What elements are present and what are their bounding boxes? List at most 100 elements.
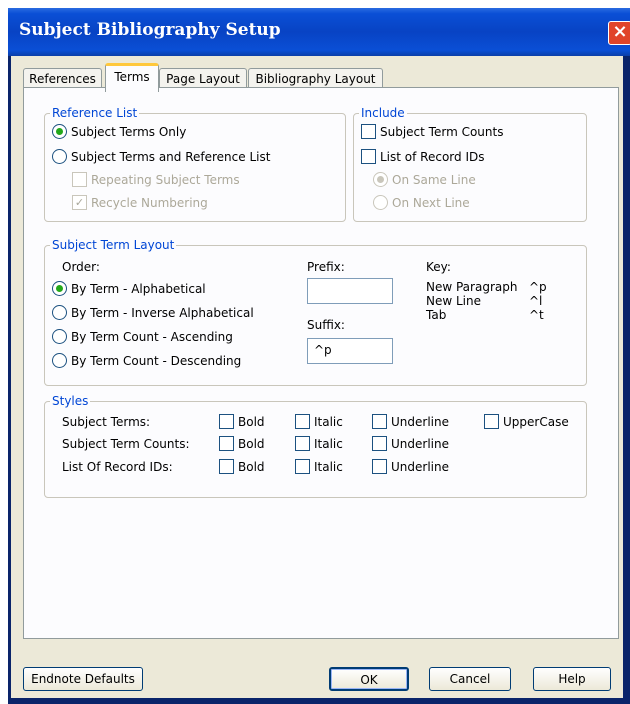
subject-term-layout-legend: Subject Term Layout — [52, 238, 175, 252]
key-new-paragraph-code: ^p — [529, 280, 547, 294]
prefix-input[interactable] — [307, 278, 393, 304]
italic-label: Italic — [314, 436, 343, 451]
checkbox-icon — [372, 459, 387, 474]
reference-list-legend: Reference List — [52, 106, 138, 120]
checkbox-icon — [295, 414, 310, 429]
checkbox-icon — [372, 414, 387, 429]
radio-selected-icon — [373, 172, 388, 187]
window-title: Subject Bibliography Setup — [19, 20, 281, 40]
subject-terms-bold-checkbox[interactable]: Bold — [219, 414, 265, 429]
term-counts-underline-checkbox[interactable]: Underline — [372, 436, 449, 451]
close-icon: × — [612, 21, 628, 42]
order-inverse-alphabetical-label: By Term - Inverse Alphabetical — [71, 305, 254, 320]
underline-label: Underline — [391, 414, 449, 429]
radio-icon — [52, 353, 67, 368]
checkbox-icon — [361, 124, 376, 139]
prefix-label: Prefix: — [307, 260, 345, 274]
key-new-line-code: ^l — [529, 294, 543, 308]
radio-icon — [373, 195, 388, 210]
italic-label: Italic — [314, 459, 343, 474]
order-count-descending-label: By Term Count - Descending — [71, 353, 242, 368]
term-counts-italic-checkbox[interactable]: Italic — [295, 436, 343, 451]
include-legend: Include — [361, 106, 405, 120]
term-counts-bold-checkbox[interactable]: Bold — [219, 436, 265, 451]
help-button[interactable]: Help — [533, 667, 611, 691]
order-count-ascending-label: By Term Count - Ascending — [71, 329, 233, 344]
order-alphabetical-radio[interactable]: By Term - Alphabetical — [52, 281, 206, 296]
order-alphabetical-label: By Term - Alphabetical — [71, 281, 206, 296]
terms-panel: Reference List Subject Terms Only Subjec… — [23, 87, 619, 639]
subject-term-counts-style-label: Subject Term Counts: — [62, 437, 190, 451]
subject-term-counts-label: Subject Term Counts — [380, 124, 504, 139]
list-of-record-ids-label: List of Record IDs — [380, 149, 485, 164]
radio-icon — [52, 329, 67, 344]
key-new-line-name: New Line — [426, 294, 481, 308]
subject-terms-uppercase-checkbox[interactable]: UpperCase — [484, 414, 569, 429]
bold-label: Bold — [238, 436, 265, 451]
checkbox-icon — [295, 436, 310, 451]
subject-terms-and-reference-list-label: Subject Terms and Reference List — [71, 149, 271, 164]
subject-terms-only-label: Subject Terms Only — [71, 124, 187, 139]
order-label: Order: — [62, 260, 100, 274]
on-same-line-radio[interactable]: On Same Line — [373, 172, 476, 187]
list-of-record-ids-checkbox[interactable]: List of Record IDs — [361, 149, 484, 164]
on-same-line-label: On Same Line — [392, 172, 476, 187]
bold-label: Bold — [238, 459, 265, 474]
dialog-window: Subject Bibliography Setup × References … — [8, 8, 630, 704]
recycle-numbering-checkbox[interactable]: ✓ Recycle Numbering — [72, 195, 208, 210]
record-ids-underline-checkbox[interactable]: Underline — [372, 459, 449, 474]
dialog-client: References Terms Page Layout Bibliograph… — [11, 56, 623, 698]
recycle-numbering-label: Recycle Numbering — [91, 195, 208, 210]
radio-icon — [52, 149, 67, 164]
close-button[interactable]: × — [608, 21, 630, 45]
key-label: Key: — [426, 260, 451, 274]
subject-terms-italic-checkbox[interactable]: Italic — [295, 414, 343, 429]
title-bar[interactable]: Subject Bibliography Setup × — [8, 8, 630, 56]
repeating-subject-terms-checkbox[interactable]: Repeating Subject Terms — [72, 172, 240, 187]
radio-selected-icon — [52, 124, 67, 139]
suffix-input[interactable]: ^p — [307, 338, 393, 364]
record-ids-bold-checkbox[interactable]: Bold — [219, 459, 265, 474]
key-new-paragraph-name: New Paragraph — [426, 280, 518, 294]
order-inverse-alphabetical-radio[interactable]: By Term - Inverse Alphabetical — [52, 305, 254, 320]
checkbox-icon — [361, 149, 376, 164]
underline-label: Underline — [391, 436, 449, 451]
underline-label: Underline — [391, 459, 449, 474]
checkmark-icon: ✓ — [72, 195, 87, 210]
checkbox-icon — [484, 414, 499, 429]
key-tab-name: Tab — [426, 308, 447, 322]
subject-terms-only-radio[interactable]: Subject Terms Only — [52, 124, 186, 139]
on-next-line-label: On Next Line — [392, 195, 470, 210]
order-count-descending-radio[interactable]: By Term Count - Descending — [52, 353, 241, 368]
suffix-label: Suffix: — [307, 318, 345, 332]
bold-label: Bold — [238, 414, 265, 429]
key-tab-code: ^t — [529, 308, 544, 322]
checkbox-icon — [219, 436, 234, 451]
on-next-line-radio[interactable]: On Next Line — [373, 195, 470, 210]
uppercase-label: UpperCase — [503, 414, 569, 429]
repeating-subject-terms-label: Repeating Subject Terms — [91, 172, 240, 187]
subject-terms-underline-checkbox[interactable]: Underline — [372, 414, 449, 429]
checkbox-icon — [219, 414, 234, 429]
italic-label: Italic — [314, 414, 343, 429]
record-ids-italic-checkbox[interactable]: Italic — [295, 459, 343, 474]
subject-term-counts-checkbox[interactable]: Subject Term Counts — [361, 124, 503, 139]
order-count-ascending-radio[interactable]: By Term Count - Ascending — [52, 329, 233, 344]
radio-icon — [52, 305, 67, 320]
tab-references[interactable]: References — [23, 68, 102, 89]
tab-terms[interactable]: Terms — [105, 63, 159, 92]
subject-terms-style-label: Subject Terms: — [62, 415, 151, 429]
checkbox-icon — [372, 436, 387, 451]
subject-terms-and-reference-list-radio[interactable]: Subject Terms and Reference List — [52, 149, 270, 164]
endnote-defaults-button[interactable]: Endnote Defaults — [23, 667, 143, 691]
list-of-record-ids-style-label: List Of Record IDs: — [62, 460, 173, 474]
checkbox-icon — [295, 459, 310, 474]
tab-bibliography-layout[interactable]: Bibliography Layout — [248, 68, 383, 89]
radio-selected-icon — [52, 281, 67, 296]
ok-button[interactable]: OK — [329, 667, 409, 691]
checkbox-icon — [219, 459, 234, 474]
checkbox-icon — [72, 172, 87, 187]
styles-legend: Styles — [52, 394, 89, 408]
tab-page-layout[interactable]: Page Layout — [159, 68, 247, 89]
cancel-button[interactable]: Cancel — [429, 667, 511, 691]
